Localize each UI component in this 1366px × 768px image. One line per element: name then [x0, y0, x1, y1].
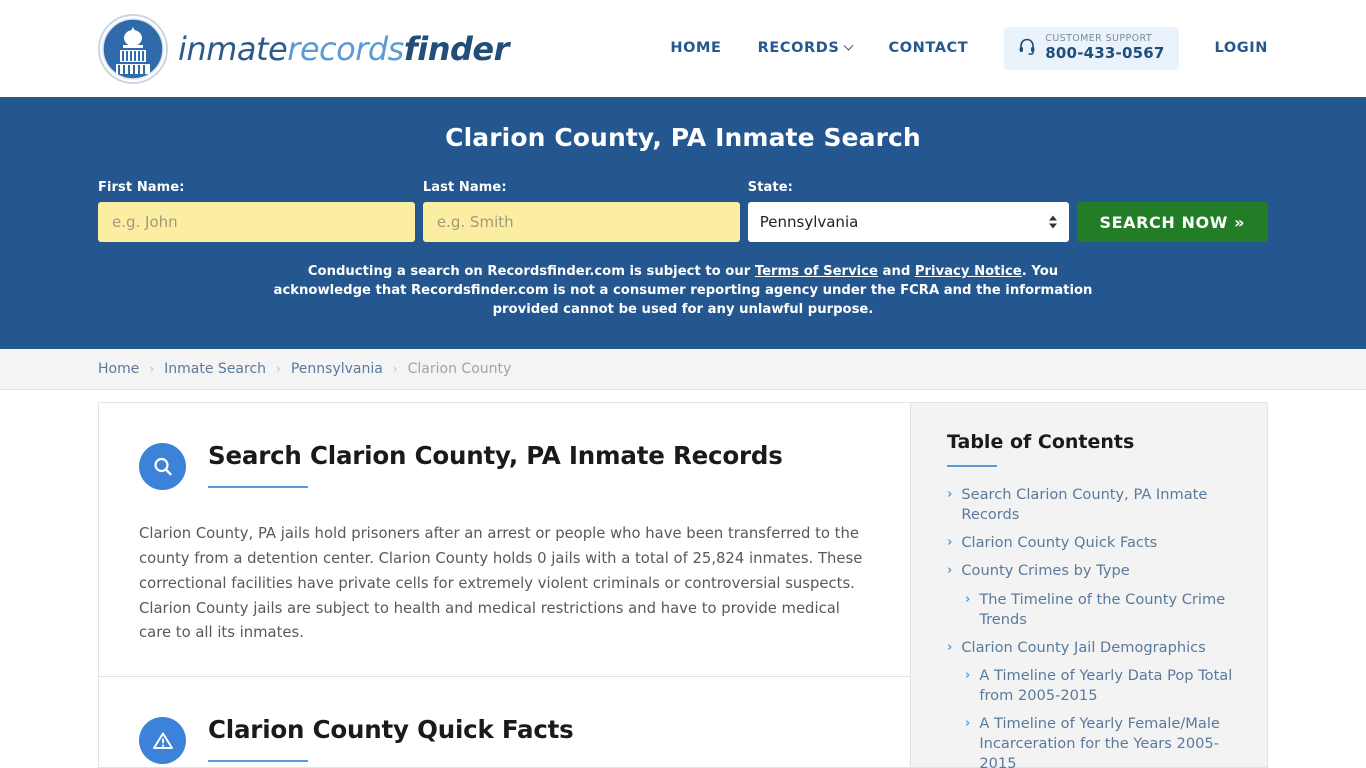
toc-link-female-male-incarceration[interactable]: A Timeline of Yearly Female/Male Incarce… — [979, 714, 1237, 768]
toc-item[interactable]: › Clarion County Jail Demographics — [947, 638, 1237, 658]
chevron-right-icon: › — [965, 716, 971, 732]
chevron-right-icon: › — [947, 639, 953, 655]
breadcrumb-separator-icon: › — [276, 362, 281, 376]
table-of-contents-sidebar: Table of Contents › Search Clarion Count… — [910, 402, 1268, 768]
toc-link-crime-trends-timeline[interactable]: The Timeline of the County Crime Trends — [979, 590, 1237, 630]
logo-part-finder: finder — [403, 29, 510, 68]
nav-item-home[interactable]: HOME — [670, 40, 721, 56]
section-search-inmate-records: Search Clarion County, PA Inmate Records… — [99, 403, 910, 676]
nav-item-home-label: HOME — [670, 40, 722, 57]
logo-wordmark: inmaterecordsfinder — [178, 30, 509, 68]
inmate-search-form: First Name: Last Name: State: Pennsylvan… — [98, 180, 1268, 242]
main-navigation: HOME RECORDS CONTACT CUSTOMER SUPPORT 80… — [670, 27, 1268, 70]
support-phone-number: 800-433-0567 — [1045, 44, 1165, 63]
first-name-field-group: First Name: — [98, 180, 415, 242]
nav-item-login-label: LOGIN — [1214, 40, 1268, 57]
logo-part-records: records — [287, 29, 404, 68]
first-name-input[interactable] — [98, 202, 415, 242]
search-icon — [139, 443, 186, 490]
search-now-button[interactable]: SEARCH NOW » — [1076, 202, 1268, 242]
nav-item-records-label: RECORDS — [757, 40, 840, 57]
toc-title: Table of Contents — [947, 431, 1135, 453]
warning-triangle-icon — [139, 717, 186, 765]
toc-item[interactable]: › Search Clarion County, PA Inmate Recor… — [947, 485, 1237, 525]
site-logo[interactable]: inmaterecordsfinder — [98, 13, 509, 84]
capitol-dome-icon — [98, 13, 168, 84]
main-content-column: Search Clarion County, PA Inmate Records… — [98, 402, 910, 768]
toc-item[interactable]: › The Timeline of the County Crime Trend… — [947, 590, 1237, 630]
toc-link-pop-total-timeline[interactable]: A Timeline of Yearly Data Pop Total from… — [979, 666, 1237, 706]
chevron-right-icon: › — [947, 535, 953, 551]
section-title: Clarion County Quick Facts — [208, 715, 574, 745]
hero-search-banner: Clarion County, PA Inmate Search First N… — [0, 97, 1366, 349]
toc-link-jail-demographics[interactable]: Clarion County Jail Demographics — [961, 638, 1205, 658]
chevron-right-icon: › — [965, 667, 971, 683]
site-header: inmaterecordsfinder HOME RECORDS CONTACT — [0, 0, 1366, 97]
nav-item-login[interactable]: LOGIN — [1215, 40, 1268, 56]
section-quick-facts: Clarion County Quick Facts — [99, 676, 910, 768]
breadcrumb: Home › Inmate Search › Pennsylvania › Cl… — [0, 349, 1366, 390]
disclaimer-text-2: and — [877, 264, 915, 279]
state-select[interactable]: Pennsylvania — [747, 202, 1069, 242]
toc-list: › Search Clarion County, PA Inmate Recor… — [947, 485, 1237, 768]
toc-link-search-records[interactable]: Search Clarion County, PA Inmate Records — [961, 485, 1237, 525]
state-field-group: State: Pennsylvania — [747, 180, 1069, 242]
toc-item[interactable]: › A Timeline of Yearly Data Pop Total fr… — [947, 666, 1237, 706]
last-name-field-group: Last Name: — [422, 180, 740, 242]
headset-icon — [1018, 37, 1036, 59]
customer-support-badge[interactable]: CUSTOMER SUPPORT 800-433-0567 — [1004, 27, 1179, 70]
logo-part-inmate: inmate — [178, 29, 288, 68]
terms-of-service-link[interactable]: Terms of Service — [755, 264, 878, 279]
last-name-input[interactable] — [422, 202, 740, 242]
breadcrumb-item-home[interactable]: Home — [98, 361, 139, 377]
breadcrumb-separator-icon: › — [149, 362, 155, 376]
first-name-label: First Name: — [98, 180, 185, 195]
disclaimer-text-1: Conducting a search on Recordsfinder.com… — [307, 264, 755, 279]
toc-link-quick-facts[interactable]: Clarion County Quick Facts — [961, 533, 1157, 553]
toc-item[interactable]: › Clarion County Quick Facts — [947, 533, 1237, 553]
chevron-down-icon — [844, 40, 854, 51]
chevron-right-icon: › — [947, 487, 953, 502]
breadcrumb-item-inmate-search[interactable]: Inmate Search — [164, 361, 266, 377]
toc-link-county-crimes-by-type[interactable]: County Crimes by Type — [961, 561, 1129, 581]
content-area: Search Clarion County, PA Inmate Records… — [0, 390, 1366, 768]
chevron-right-icon: › — [965, 591, 971, 607]
section-title: Search Clarion County, PA Inmate Records — [208, 441, 783, 470]
chevron-right-icon: › — [947, 563, 953, 579]
toc-title-underline — [947, 465, 997, 467]
nav-item-records[interactable]: RECORDS — [757, 40, 854, 57]
page-title: Clarion County, PA Inmate Search — [445, 123, 921, 152]
nav-item-contact-label: CONTACT — [888, 40, 969, 57]
state-label: State: — [747, 180, 793, 195]
section-body-text: Clarion County, PA jails hold prisoners … — [139, 525, 863, 642]
title-underline — [208, 486, 308, 488]
toc-item[interactable]: › County Crimes by Type — [947, 561, 1237, 581]
breadcrumb-separator-icon: › — [392, 362, 398, 376]
search-disclaimer: Conducting a search on Recordsfinder.com… — [260, 262, 1106, 319]
breadcrumb-item-pennsylvania[interactable]: Pennsylvania — [291, 361, 383, 377]
nav-item-contact[interactable]: CONTACT — [888, 40, 968, 56]
privacy-notice-link[interactable]: Privacy Notice — [915, 264, 1022, 279]
last-name-label: Last Name: — [422, 180, 507, 195]
breadcrumb-item-clarion-county: Clarion County — [407, 361, 512, 377]
toc-item[interactable]: › A Timeline of Yearly Female/Male Incar… — [947, 714, 1237, 768]
title-underline — [208, 760, 308, 763]
